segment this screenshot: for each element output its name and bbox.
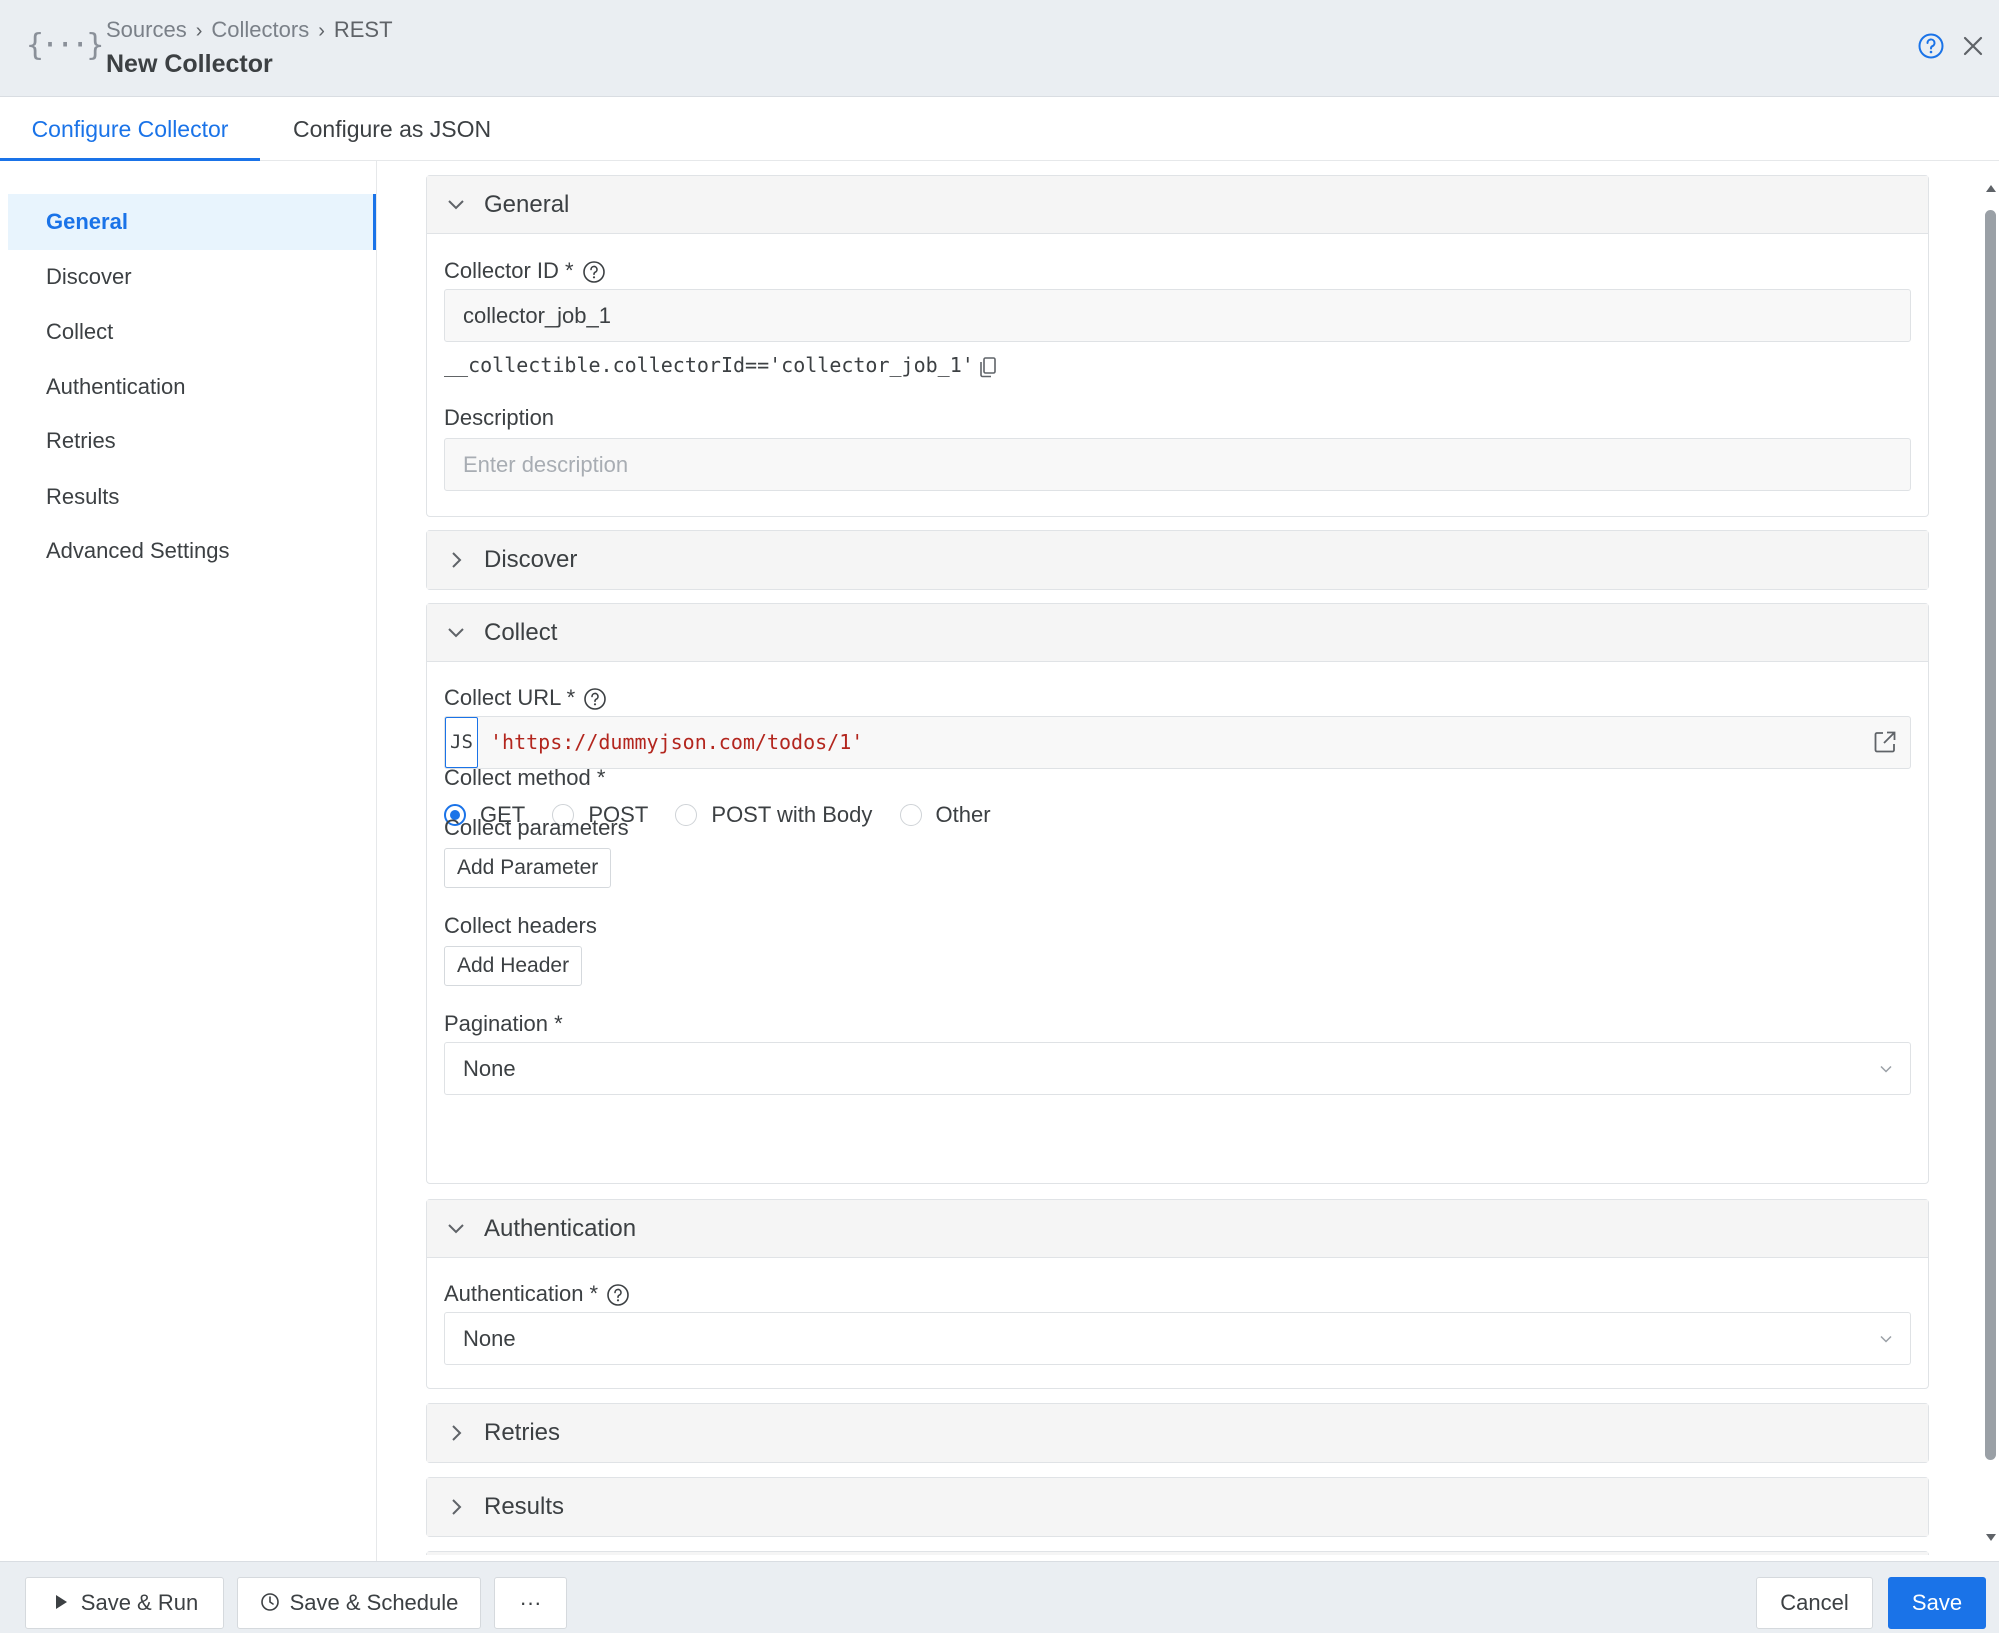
breadcrumb-separator: › xyxy=(318,20,325,42)
collect-headers-label: Collect headers xyxy=(444,913,597,938)
save-and-run-label: Save & Run xyxy=(80,1590,199,1615)
sidebar-item-collect[interactable]: Collect xyxy=(8,304,376,360)
tab-configure-as-json[interactable]: Configure as JSON xyxy=(293,97,491,161)
collect-section: Collect Collect URL * JS 'https://dummyj… xyxy=(426,603,1929,1184)
breadcrumb: Sources › Collectors › REST xyxy=(106,17,393,43)
collectible-expression: __collectible.collectorId=='collector_jo… xyxy=(444,353,998,379)
tab-bar: Configure Collector Configure as JSON xyxy=(0,97,1999,161)
collect-url-input[interactable]: JS 'https://dummyjson.com/todos/1' xyxy=(444,716,1911,769)
js-expression-badge[interactable]: JS xyxy=(445,717,478,768)
play-icon xyxy=(55,1595,67,1610)
save-and-schedule-button[interactable]: Save & Schedule xyxy=(237,1577,481,1629)
chevron-right-icon xyxy=(452,552,462,568)
results-section-header[interactable]: Results xyxy=(427,1478,1928,1536)
radio-label: Other xyxy=(935,802,991,827)
next-section-partial xyxy=(426,1551,1929,1555)
breadcrumb-collectors[interactable]: Collectors xyxy=(211,17,309,42)
modal-header: {···} Sources › Collectors › REST New Collec… xyxy=(0,0,1999,97)
section-title: General xyxy=(484,191,570,218)
chevron-down-icon xyxy=(1880,1335,1892,1343)
pagination-select[interactable]: None xyxy=(444,1042,1911,1095)
breadcrumb-separator: › xyxy=(195,20,203,42)
chevron-right-icon xyxy=(452,1425,462,1441)
breadcrumb-rest: REST xyxy=(333,17,393,42)
sidebar-item-general[interactable]: General xyxy=(8,194,376,250)
add-header-button[interactable]: Add Header xyxy=(444,946,583,986)
chevron-down-icon xyxy=(448,200,464,210)
close-icon[interactable] xyxy=(1959,32,1987,60)
rest-collector-logo-icon: {···} xyxy=(26,28,104,63)
authentication-label: Authentication * xyxy=(444,1281,630,1307)
cancel-button[interactable]: Cancel xyxy=(1756,1577,1873,1629)
next-section-header[interactable] xyxy=(427,1552,1928,1555)
retries-section: Retries xyxy=(426,1403,1929,1463)
collect-url-value: 'https://dummyjson.com/todos/1' xyxy=(490,730,864,754)
method-radio-post-with-body[interactable]: POST with Body xyxy=(675,800,872,830)
collector-id-label-text: Collector ID * xyxy=(444,258,574,283)
chevron-right-icon xyxy=(452,1499,462,1515)
description-input[interactable]: Enter description xyxy=(444,438,1911,491)
collector-id-input[interactable]: collector_job_1 xyxy=(444,289,1911,342)
collect-parameters-label: Collect parameters xyxy=(444,815,629,840)
scrollbar-thumb[interactable] xyxy=(1985,210,1996,1460)
sidebar-item-retries[interactable]: Retries xyxy=(8,413,376,469)
section-title: Discover xyxy=(484,546,578,573)
collect-url-label-text: Collect URL * xyxy=(444,685,576,710)
sidebar-item-advanced-settings[interactable]: Advanced Settings xyxy=(8,523,376,579)
help-icon[interactable] xyxy=(1917,32,1945,60)
external-link-icon[interactable] xyxy=(1872,729,1898,755)
save-button[interactable]: Save xyxy=(1888,1577,1986,1629)
retries-section-header[interactable]: Retries xyxy=(427,1404,1928,1462)
discover-section: Discover xyxy=(426,530,1929,590)
chevron-down-icon xyxy=(448,628,464,638)
results-section: Results xyxy=(426,1477,1929,1537)
sidebar-nav: General Discover Collect Authentication … xyxy=(0,161,377,1561)
section-title: Authentication xyxy=(484,1215,637,1242)
collectible-expression-text: __collectible.collectorId=='collector_jo… xyxy=(444,353,974,377)
help-icon[interactable] xyxy=(582,260,606,284)
breadcrumb-sources[interactable]: Sources xyxy=(106,17,187,42)
section-title: Collect xyxy=(484,619,558,646)
discover-section-header[interactable]: Discover xyxy=(427,531,1928,589)
collect-method-label: Collect method * xyxy=(444,765,606,790)
scroll-up-arrow-icon[interactable] xyxy=(1985,183,1997,193)
modal-footer: Save & Run Save & Schedule ··· Cancel Sa… xyxy=(0,1561,1999,1633)
sidebar-item-discover[interactable]: Discover xyxy=(8,249,376,305)
pagination-value: None xyxy=(463,1056,516,1081)
description-label: Description xyxy=(444,405,555,430)
general-section-header[interactable]: General xyxy=(427,176,1928,234)
authentication-label-text: Authentication * xyxy=(444,1281,599,1306)
section-title: Retries xyxy=(484,1419,561,1446)
authentication-select[interactable]: None xyxy=(444,1312,1911,1365)
authentication-section: Authentication Authentication * None xyxy=(426,1199,1929,1389)
chevron-down-icon xyxy=(448,1224,464,1234)
scroll-down-arrow-icon[interactable] xyxy=(1985,1533,1997,1543)
authentication-value: None xyxy=(463,1326,516,1351)
help-icon[interactable] xyxy=(606,1283,630,1307)
sidebar-item-results[interactable]: Results xyxy=(8,469,376,525)
collector-id-label: Collector ID * xyxy=(444,258,606,284)
radio-label: POST with Body xyxy=(711,802,873,827)
section-title: Results xyxy=(484,1493,565,1520)
radio-dot xyxy=(675,804,698,826)
help-icon[interactable] xyxy=(583,687,607,711)
sidebar-item-authentication[interactable]: Authentication xyxy=(8,359,376,415)
clock-icon xyxy=(260,1593,279,1611)
page-title: New Collector xyxy=(106,50,273,78)
save-and-run-button[interactable]: Save & Run xyxy=(25,1577,224,1629)
authentication-section-header[interactable]: Authentication xyxy=(427,1200,1928,1258)
tab-configure-collector[interactable]: Configure Collector xyxy=(0,97,260,161)
chevron-down-icon xyxy=(1880,1065,1892,1073)
collect-section-header[interactable]: Collect xyxy=(427,604,1928,662)
copy-icon[interactable] xyxy=(978,355,998,379)
method-radio-other[interactable]: Other xyxy=(899,800,991,830)
collect-url-label: Collect URL * xyxy=(444,685,607,711)
more-actions-button[interactable]: ··· xyxy=(494,1577,567,1629)
pagination-label: Pagination * xyxy=(444,1011,563,1036)
general-section: General Collector ID * collector_job_1 _… xyxy=(426,175,1929,517)
add-parameter-button[interactable]: Add Parameter xyxy=(444,848,612,888)
radio-dot xyxy=(899,804,922,826)
save-and-schedule-label: Save & Schedule xyxy=(289,1590,459,1615)
form-content: General Collector ID * collector_job_1 _… xyxy=(426,175,1929,1555)
